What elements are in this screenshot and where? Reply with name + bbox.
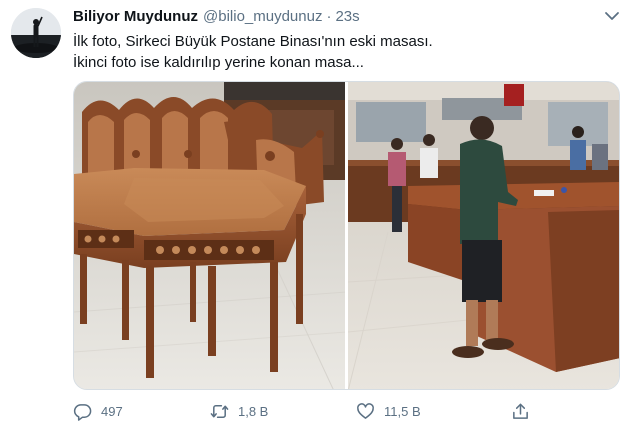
timestamp[interactable]: 23s	[335, 8, 359, 25]
tweet-text: İlk foto, Sirkeci Büyük Postane Binası'n…	[73, 31, 618, 73]
photo-new-desk[interactable]	[347, 82, 619, 389]
share-icon	[513, 403, 528, 419]
avatar[interactable]	[11, 8, 61, 58]
avatar-silhouette	[11, 8, 61, 58]
tweet-text-line-1: İlk foto, Sirkeci Büyük Postane Binası'n…	[73, 33, 433, 50]
media-grid	[73, 81, 620, 390]
tweet-text-line-2: İkinci foto ise kaldırılıp yerine konan …	[73, 54, 364, 71]
retweet-icon	[210, 404, 229, 418]
old-desk-image	[74, 82, 345, 389]
caret-down-icon[interactable]	[604, 10, 620, 22]
retweet-button[interactable]: 1,8 B	[210, 398, 268, 424]
like-icon	[357, 402, 374, 419]
reply-icon	[73, 403, 92, 421]
new-desk-image	[347, 82, 619, 389]
tweet-card[interactable]: Biliyor Muydunuz @bilio_muydunuz · 23s İ…	[0, 0, 635, 430]
retweet-count: 1,8 B	[238, 403, 269, 419]
user-handle[interactable]: @bilio_muydunuz	[203, 8, 322, 25]
header-separator: ·	[326, 8, 332, 25]
share-button[interactable]	[511, 398, 539, 424]
like-button[interactable]: 11,5 B	[356, 398, 421, 424]
reply-button[interactable]: 497	[73, 398, 123, 424]
reply-count: 497	[101, 403, 123, 419]
tweet-header: Biliyor Muydunuz @bilio_muydunuz · 23s	[73, 8, 360, 28]
photo-old-desk[interactable]	[74, 82, 345, 389]
tweet-actions: 497 1,8 B 11,5 B	[73, 398, 543, 424]
like-count: 11,5 B	[384, 403, 421, 419]
display-name[interactable]: Biliyor Muydunuz	[73, 8, 198, 25]
